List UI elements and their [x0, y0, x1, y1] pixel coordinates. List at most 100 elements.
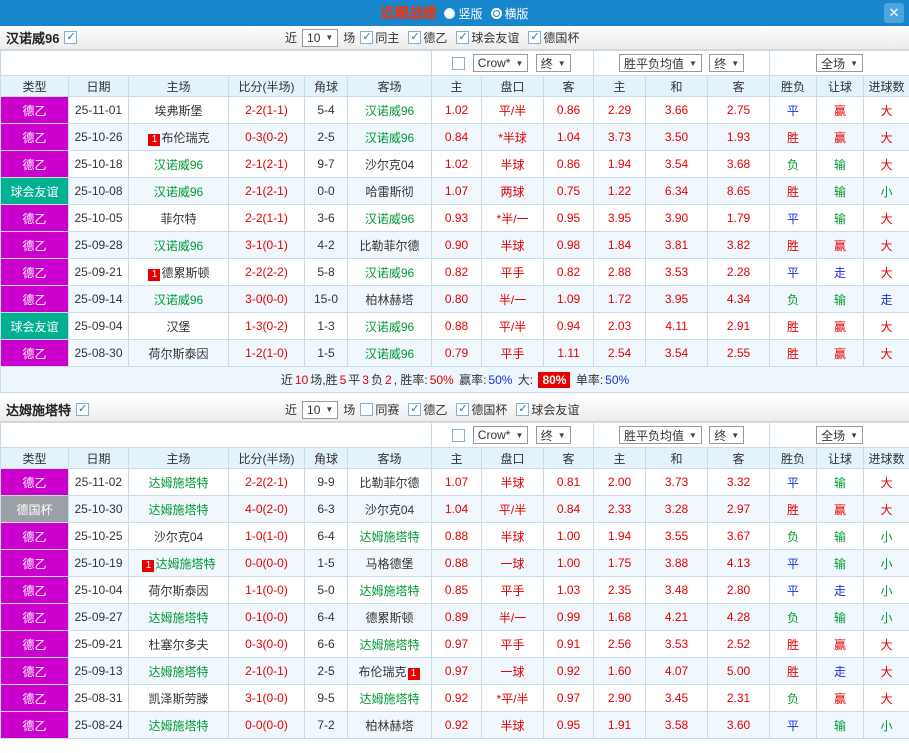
filter-checkbox[interactable]: 德乙 — [408, 29, 447, 46]
away-team-name[interactable]: 哈雷斯彻 — [366, 185, 414, 199]
match-score[interactable]: 0-3(0-0) — [228, 630, 305, 658]
away-team-name[interactable]: 汉诺威96 — [365, 104, 414, 118]
layout-radio-horizontal[interactable]: 横版 — [490, 5, 529, 22]
match-score[interactable]: 2-2(1-1) — [228, 96, 305, 124]
asia-final-select[interactable]: 终 ▼ — [535, 426, 571, 444]
match-score[interactable]: 1-1(0-0) — [228, 576, 305, 604]
match-score[interactable]: 1-2(1-0) — [228, 339, 305, 367]
away-team-name[interactable]: 柏林赫塔 — [366, 293, 414, 307]
match-score[interactable]: 0-0(0-0) — [228, 711, 305, 739]
home-team-name[interactable]: 汉堡 — [166, 320, 190, 334]
fulltime-select[interactable]: 全场 ▼ — [816, 54, 864, 72]
match-score[interactable]: 3-1(0-0) — [228, 684, 305, 712]
away-team-name[interactable]: 达姆施塔特 — [360, 530, 420, 544]
home-team-name[interactable]: 汉诺威96 — [154, 158, 203, 172]
home-team-name[interactable]: 汉诺威96 — [154, 185, 203, 199]
home-team-name[interactable]: 布伦瑞克 — [161, 131, 209, 145]
away-team-name[interactable]: 汉诺威96 — [365, 320, 414, 334]
europe-final-select[interactable]: 终 ▼ — [709, 54, 745, 72]
home-team-name[interactable]: 埃弗斯堡 — [154, 104, 202, 118]
match-score[interactable]: 1-3(0-2) — [228, 312, 305, 340]
home-team-name[interactable]: 荷尔斯泰因 — [148, 584, 208, 598]
chevron-down-icon: ▼ — [557, 58, 566, 68]
home-team-name[interactable]: 凯泽斯劳滕 — [148, 692, 208, 706]
away-team-name[interactable]: 沙尔克04 — [365, 158, 414, 172]
home-team-name[interactable]: 达姆施塔特 — [148, 665, 208, 679]
europe-odds-controls: 胜平负均值 ▼ 终 ▼ — [593, 422, 771, 448]
asia-away-odds: 0.92 — [543, 657, 595, 685]
away-team-name[interactable]: 布伦瑞克 — [359, 665, 407, 679]
home-team-name[interactable]: 菲尔特 — [160, 212, 196, 226]
asia-final-select[interactable]: 终 ▼ — [535, 54, 571, 72]
home-team-name[interactable]: 沙尔克04 — [154, 530, 203, 544]
away-team-name[interactable]: 汉诺威96 — [365, 347, 414, 361]
home-team-name[interactable]: 汉诺威96 — [154, 293, 203, 307]
match-score[interactable]: 0-3(0-2) — [228, 123, 305, 151]
filter-checkbox[interactable]: 同赛 — [360, 401, 399, 418]
europe-mean-select[interactable]: 胜平负均值 ▼ — [618, 426, 702, 444]
away-team-name[interactable]: 沙尔克04 — [365, 503, 414, 517]
home-team-name[interactable]: 达姆施塔特 — [148, 503, 208, 517]
result-outcome: 负 — [769, 285, 818, 313]
europe-mean-select[interactable]: 胜平负均值 ▼ — [618, 54, 702, 72]
away-team-cell: 哈雷斯彻 — [346, 177, 433, 205]
home-team-name[interactable]: 杜塞尔多夫 — [148, 638, 208, 652]
filter-checkbox[interactable]: 球会友谊 — [516, 401, 579, 418]
home-team-name[interactable]: 德累斯顿 — [161, 266, 209, 280]
away-team-name[interactable]: 汉诺威96 — [365, 212, 414, 226]
away-team-name[interactable]: 德累斯顿 — [366, 611, 414, 625]
away-team-name[interactable]: 比勒菲尔德 — [360, 239, 420, 253]
filter-checkbox[interactable]: 同主 — [360, 29, 399, 46]
result-goals: 大 — [863, 231, 909, 259]
away-team-name[interactable]: 比勒菲尔德 — [360, 476, 420, 490]
team-checkbox[interactable] — [64, 30, 78, 44]
match-score[interactable]: 1-0(1-0) — [228, 522, 305, 550]
away-team-name[interactable]: 柏林赫塔 — [366, 719, 414, 733]
bookmaker-select[interactable]: Crow* ▼ — [472, 426, 529, 444]
match-score[interactable]: 4-0(2-0) — [228, 495, 305, 523]
summary-segment: 场,胜 — [310, 373, 338, 387]
match-type-badge: 德乙 — [0, 711, 69, 739]
away-team-name[interactable]: 达姆施塔特 — [360, 584, 420, 598]
home-team-name[interactable]: 达姆施塔特 — [148, 611, 208, 625]
away-team-name[interactable]: 汉诺威96 — [365, 131, 414, 145]
home-team-name[interactable]: 汉诺威96 — [154, 239, 203, 253]
home-team-name[interactable]: 达姆施塔特 — [148, 719, 208, 733]
summary-segment: 负 — [370, 373, 383, 387]
match-score[interactable]: 0-0(0-0) — [228, 549, 305, 577]
filter-checkbox[interactable]: 球会友谊 — [456, 29, 519, 46]
match-score[interactable]: 3-0(0-0) — [228, 285, 305, 313]
bookmaker-checkbox[interactable] — [452, 428, 466, 442]
filter-checkbox[interactable]: 德国杯 — [528, 29, 579, 46]
away-team-name[interactable]: 达姆施塔特 — [360, 638, 420, 652]
games-count-select[interactable]: 10 ▼ — [302, 400, 339, 419]
bookmaker-select[interactable]: Crow* ▼ — [472, 54, 529, 72]
match-score[interactable]: 2-1(2-1) — [228, 150, 305, 178]
filter-checkbox[interactable]: 德国杯 — [456, 401, 507, 418]
away-team-name[interactable]: 汉诺威96 — [365, 266, 414, 280]
filter-checkbox[interactable]: 德乙 — [408, 401, 447, 418]
fulltime-select[interactable]: 全场 ▼ — [816, 426, 864, 444]
match-score[interactable]: 2-2(2-1) — [228, 468, 305, 496]
team-checkbox[interactable] — [76, 402, 90, 416]
match-score[interactable]: 3-1(0-1) — [228, 231, 305, 259]
match-score[interactable]: 2-1(2-1) — [228, 177, 305, 205]
bookmaker-checkbox[interactable] — [452, 56, 466, 70]
match-score[interactable]: 2-1(0-1) — [228, 657, 305, 685]
away-team-name[interactable]: 达姆施塔特 — [360, 692, 420, 706]
red-number-badge: 1 — [148, 268, 161, 281]
match-score[interactable]: 2-2(2-2) — [228, 258, 305, 286]
games-count-select[interactable]: 10 ▼ — [302, 28, 339, 47]
layout-radio-vertical[interactable]: 竖版 — [444, 5, 483, 22]
home-team-name[interactable]: 荷尔斯泰因 — [148, 347, 208, 361]
match-score[interactable]: 0-1(0-0) — [228, 603, 305, 631]
home-team-name[interactable]: 达姆施塔特 — [148, 476, 208, 490]
europe-final-select[interactable]: 终 ▼ — [709, 426, 745, 444]
result-outcome: 胜 — [769, 495, 818, 523]
col-score: 比分(半场) — [228, 75, 305, 97]
home-team-name[interactable]: 达姆施塔特 — [155, 557, 215, 571]
close-icon[interactable]: ✕ — [884, 3, 904, 23]
asia-away-odds: 0.81 — [543, 468, 595, 496]
match-score[interactable]: 2-2(1-1) — [228, 204, 305, 232]
away-team-name[interactable]: 马格德堡 — [366, 557, 414, 571]
